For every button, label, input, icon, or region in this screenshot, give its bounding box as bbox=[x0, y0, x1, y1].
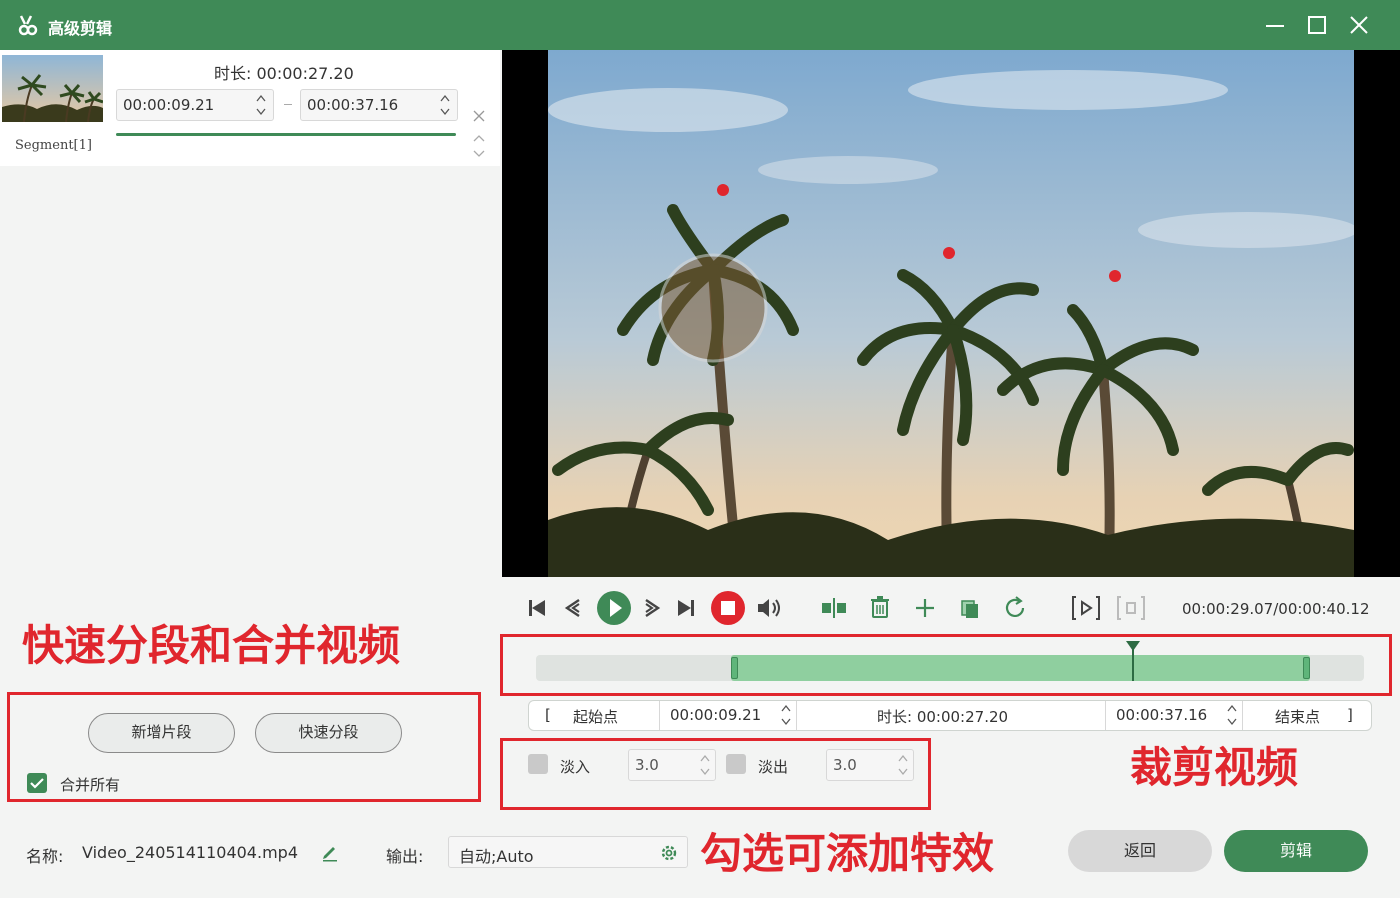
gear-icon[interactable] bbox=[659, 843, 679, 863]
start-bracket-icon[interactable]: [ bbox=[545, 706, 551, 724]
stepper-icon[interactable] bbox=[699, 751, 711, 779]
fade-out-checkbox[interactable] bbox=[726, 754, 746, 774]
trim-start-value: 00:00:09.21 bbox=[670, 706, 762, 724]
fade-in-checkbox[interactable] bbox=[528, 754, 548, 774]
close-icon[interactable] bbox=[1346, 12, 1372, 38]
maximize-icon[interactable] bbox=[1304, 12, 1330, 38]
segment-thumbnail bbox=[2, 55, 103, 122]
filename-label: 名称: bbox=[26, 847, 64, 866]
trim-range-bar: [ 起始点 00:00:09.21 时长: 00:00:27.20 00:00:… bbox=[528, 700, 1372, 731]
segment-start-value: 00:00:09.21 bbox=[123, 96, 215, 114]
output-value: 自动;Auto bbox=[459, 847, 534, 866]
playhead-marker-icon bbox=[1126, 641, 1140, 651]
split-icon[interactable] bbox=[816, 588, 852, 628]
segment-start-input[interactable]: 00:00:09.21 bbox=[116, 89, 274, 121]
trim-start-input[interactable]: 00:00:09.21 bbox=[659, 701, 797, 730]
segment-move-down-icon[interactable] bbox=[472, 144, 486, 157]
end-bracket-icon[interactable]: ] bbox=[1347, 706, 1353, 724]
merge-all-label: 合并所有 bbox=[60, 776, 121, 794]
segment-end-value: 00:00:37.16 bbox=[307, 96, 399, 114]
quick-split-button[interactable]: 快速分段 bbox=[255, 713, 402, 753]
player-controls: 00:00:29.07/00:00:40.12 bbox=[502, 588, 1400, 632]
new-segment-button[interactable]: 新增片段 bbox=[88, 713, 235, 753]
annotation-effects: 勾选可添加特效 bbox=[700, 829, 995, 878]
set-start-marker-icon[interactable] bbox=[1068, 588, 1104, 628]
set-end-marker-icon[interactable] bbox=[1113, 588, 1149, 628]
fade-out-label: 淡出 bbox=[758, 758, 789, 776]
trim-end-input[interactable]: 00:00:37.16 bbox=[1105, 701, 1243, 730]
timeline-end-handle[interactable] bbox=[1303, 657, 1310, 679]
playback-timecode: 00:00:29.07/00:00:40.12 bbox=[1182, 600, 1370, 618]
back-button[interactable]: 返回 bbox=[1068, 830, 1212, 872]
step-forward-icon[interactable] bbox=[634, 588, 670, 628]
segment-end-input[interactable]: 00:00:37.16 bbox=[300, 89, 458, 121]
go-to-end-icon[interactable] bbox=[668, 588, 704, 628]
video-frame bbox=[548, 50, 1354, 577]
timeline-selection[interactable] bbox=[731, 655, 1310, 681]
minimize-icon[interactable] bbox=[1262, 12, 1288, 38]
segment-delete-icon[interactable] bbox=[472, 108, 486, 122]
annotation-split-merge: 快速分段和合并视频 bbox=[22, 621, 401, 670]
segment-move-up-icon[interactable] bbox=[472, 128, 486, 142]
timeline-track[interactable] bbox=[536, 641, 1364, 681]
filename-value: Video_240514110404.mp4 bbox=[82, 843, 298, 862]
copy-icon[interactable] bbox=[952, 588, 988, 628]
stepper-icon[interactable] bbox=[897, 751, 909, 779]
output-select[interactable]: 自动;Auto bbox=[448, 836, 688, 868]
edit-name-icon[interactable] bbox=[320, 842, 340, 862]
range-dash bbox=[284, 104, 292, 105]
annotation-trim: 裁剪视频 bbox=[1130, 743, 1299, 792]
merge-all-checkbox[interactable] bbox=[27, 773, 47, 793]
timeline-start-handle[interactable] bbox=[731, 657, 738, 679]
stepper-icon[interactable] bbox=[439, 91, 451, 119]
title-bar: 高级剪辑 bbox=[0, 0, 1400, 50]
play-icon[interactable] bbox=[596, 588, 632, 628]
stepper-icon[interactable] bbox=[255, 91, 267, 119]
trim-end-value: 00:00:37.16 bbox=[1116, 706, 1208, 724]
segment-label: Segment[1] bbox=[15, 138, 92, 153]
window-title: 高级剪辑 bbox=[48, 19, 113, 38]
stepper-icon[interactable] bbox=[1226, 701, 1238, 729]
fade-out-input[interactable]: 3.0 bbox=[826, 749, 914, 781]
trim-duration: 时长: 00:00:27.20 bbox=[877, 708, 1009, 726]
add-icon[interactable] bbox=[907, 588, 943, 628]
fade-in-value: 3.0 bbox=[635, 756, 659, 774]
reset-icon[interactable] bbox=[997, 588, 1033, 628]
timeline-playhead[interactable] bbox=[1126, 641, 1140, 681]
output-label: 输出: bbox=[386, 847, 424, 866]
app-logo-icon bbox=[18, 14, 38, 36]
start-point-button[interactable]: 起始点 bbox=[573, 706, 618, 727]
fade-out-value: 3.0 bbox=[833, 756, 857, 774]
video-preview[interactable] bbox=[502, 50, 1400, 577]
cut-button[interactable]: 剪辑 bbox=[1224, 830, 1368, 872]
fade-in-input[interactable]: 3.0 bbox=[628, 749, 716, 781]
fade-in-label: 淡入 bbox=[560, 758, 591, 776]
step-back-icon[interactable] bbox=[555, 588, 591, 628]
stepper-icon[interactable] bbox=[780, 701, 792, 729]
segment-progress-bar bbox=[116, 133, 456, 136]
delete-icon[interactable] bbox=[862, 588, 898, 628]
go-to-start-icon[interactable] bbox=[519, 588, 555, 628]
end-point-button[interactable]: 结束点 bbox=[1275, 706, 1320, 727]
stop-icon[interactable] bbox=[710, 588, 746, 628]
volume-icon[interactable] bbox=[752, 588, 788, 628]
check-icon bbox=[30, 778, 44, 789]
segment-duration: 时长: 00:00:27.20 bbox=[214, 64, 354, 83]
